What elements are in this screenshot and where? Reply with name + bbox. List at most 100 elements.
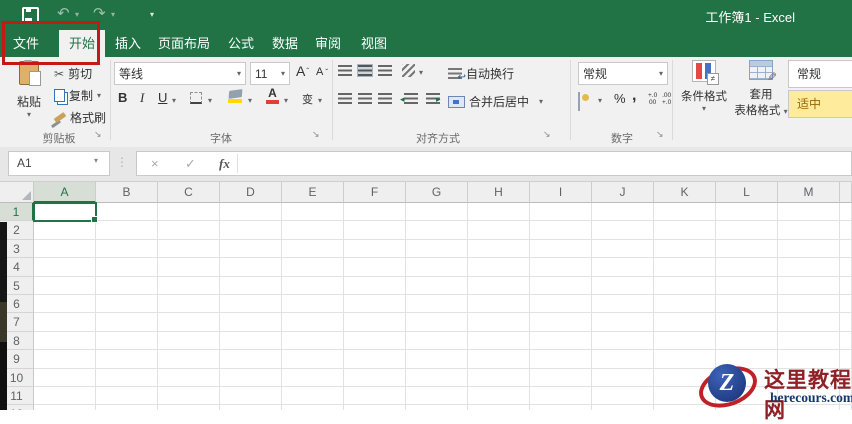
underline-button[interactable]: U	[158, 90, 167, 105]
cell-A9[interactable]	[34, 350, 96, 369]
cell-J6[interactable]	[592, 294, 654, 314]
cell-partial[interactable]	[840, 258, 852, 277]
format-painter-button[interactable]: 格式刷	[53, 109, 106, 126]
column-header-E[interactable]: E	[282, 182, 344, 203]
cell-partial[interactable]	[840, 331, 852, 351]
cell-J10[interactable]	[592, 368, 654, 387]
row-header-1[interactable]: 1	[0, 203, 34, 222]
cell-F7[interactable]	[344, 313, 406, 332]
conditional-formatting-button[interactable]: ≠ 条件格式 ▾	[676, 60, 732, 113]
cell-B5[interactable]	[96, 276, 158, 295]
cancel-button[interactable]: ×	[151, 156, 159, 171]
cell-A6[interactable]	[34, 294, 96, 314]
cell-J12[interactable]	[592, 405, 654, 410]
paste-button[interactable]: 粘贴 ▾	[10, 60, 48, 119]
cell-partial[interactable]	[840, 203, 852, 222]
cell-D4[interactable]	[220, 258, 282, 277]
cell-C3[interactable]	[158, 239, 220, 259]
column-header-K[interactable]: K	[654, 182, 716, 203]
tab-review[interactable]: 审阅	[315, 30, 341, 57]
cell-D6[interactable]	[220, 294, 282, 314]
cell-F6[interactable]	[344, 294, 406, 314]
increase-decimal-button[interactable]: +.0 00	[648, 92, 657, 106]
cell-H4[interactable]	[468, 258, 530, 277]
underline-dropdown-icon[interactable]: ▾	[172, 96, 176, 105]
column-header-L[interactable]: L	[716, 182, 778, 203]
cell-K1[interactable]	[654, 203, 716, 222]
orientation-dropdown-icon[interactable]: ▾	[419, 68, 423, 77]
cell-B3[interactable]	[96, 239, 158, 259]
cell-J4[interactable]	[592, 258, 654, 277]
cell-I4[interactable]	[530, 258, 592, 277]
bold-button[interactable]: B	[118, 90, 127, 105]
column-header-partial[interactable]	[840, 182, 852, 203]
cell-F3[interactable]	[344, 239, 406, 259]
decrease-font-button[interactable]: Aˇ	[316, 66, 328, 78]
cell-M4[interactable]	[778, 258, 840, 277]
number-dialog-launcher-icon[interactable]: ↘	[656, 129, 664, 140]
cell-style-normal[interactable]: 常规	[788, 60, 852, 88]
cell-partial[interactable]	[840, 239, 852, 259]
cell-B7[interactable]	[96, 313, 158, 332]
cell-F1[interactable]	[344, 203, 406, 222]
cell-I3[interactable]	[530, 239, 592, 259]
cell-M1[interactable]	[778, 203, 840, 222]
decrease-decimal-button[interactable]: .00 +.0	[662, 92, 671, 106]
cell-A7[interactable]	[34, 313, 96, 332]
cell-J2[interactable]	[592, 221, 654, 240]
cell-D11[interactable]	[220, 386, 282, 406]
undo-button[interactable]: ↶	[57, 4, 70, 22]
column-header-M[interactable]: M	[778, 182, 840, 203]
cell-I10[interactable]	[530, 368, 592, 387]
cell-B9[interactable]	[96, 350, 158, 369]
cell-C1[interactable]	[158, 203, 220, 222]
tab-view[interactable]: 视图	[361, 30, 387, 57]
cell-G9[interactable]	[406, 350, 468, 369]
cell-E1[interactable]	[282, 203, 344, 222]
tab-insert[interactable]: 插入	[115, 30, 141, 57]
cell-I6[interactable]	[530, 294, 592, 314]
cell-L8[interactable]	[716, 331, 778, 351]
font-color-button[interactable]: A	[266, 87, 279, 104]
cell-F4[interactable]	[344, 258, 406, 277]
cell-partial[interactable]	[840, 313, 852, 332]
cell-C10[interactable]	[158, 368, 220, 387]
tab-page-layout[interactable]: 页面布局	[158, 30, 210, 57]
cell-E6[interactable]	[282, 294, 344, 314]
cell-M3[interactable]	[778, 239, 840, 259]
increase-font-button[interactable]: Aˆ	[296, 63, 309, 79]
tab-data[interactable]: 数据	[272, 30, 298, 57]
cell-A11[interactable]	[34, 386, 96, 406]
format-as-table-button[interactable]: ✎ 套用 表格格式 ▾	[733, 60, 789, 118]
font-name-select[interactable]: 等线 ▾	[114, 62, 246, 85]
cell-B1[interactable]	[96, 203, 158, 222]
cell-M8[interactable]	[778, 331, 840, 351]
cell-L4[interactable]	[716, 258, 778, 277]
borders-dropdown-icon[interactable]: ▾	[208, 96, 212, 105]
cell-I2[interactable]	[530, 221, 592, 240]
cell-I12[interactable]	[530, 405, 592, 410]
cell-K8[interactable]	[654, 331, 716, 351]
name-box-dropdown-icon[interactable]: ▾	[94, 156, 98, 165]
cell-L3[interactable]	[716, 239, 778, 259]
cell-G1[interactable]	[406, 203, 468, 222]
cell-H8[interactable]	[468, 331, 530, 351]
cell-M7[interactable]	[778, 313, 840, 332]
cell-K4[interactable]	[654, 258, 716, 277]
cell-H2[interactable]	[468, 221, 530, 240]
cell-L7[interactable]	[716, 313, 778, 332]
cell-L6[interactable]	[716, 294, 778, 314]
cell-G5[interactable]	[406, 276, 468, 295]
cell-G12[interactable]	[406, 405, 468, 410]
cell-F2[interactable]	[344, 221, 406, 240]
tab-formulas[interactable]: 公式	[228, 30, 254, 57]
cell-E2[interactable]	[282, 221, 344, 240]
cell-B4[interactable]	[96, 258, 158, 277]
cell-M6[interactable]	[778, 294, 840, 314]
fill-color-dropdown-icon[interactable]: ▾	[248, 96, 252, 105]
cell-I1[interactable]	[530, 203, 592, 222]
cell-J1[interactable]	[592, 203, 654, 222]
font-dialog-launcher-icon[interactable]: ↘	[312, 129, 320, 140]
font-size-select[interactable]: 11 ▾	[250, 62, 290, 85]
cell-H9[interactable]	[468, 350, 530, 369]
